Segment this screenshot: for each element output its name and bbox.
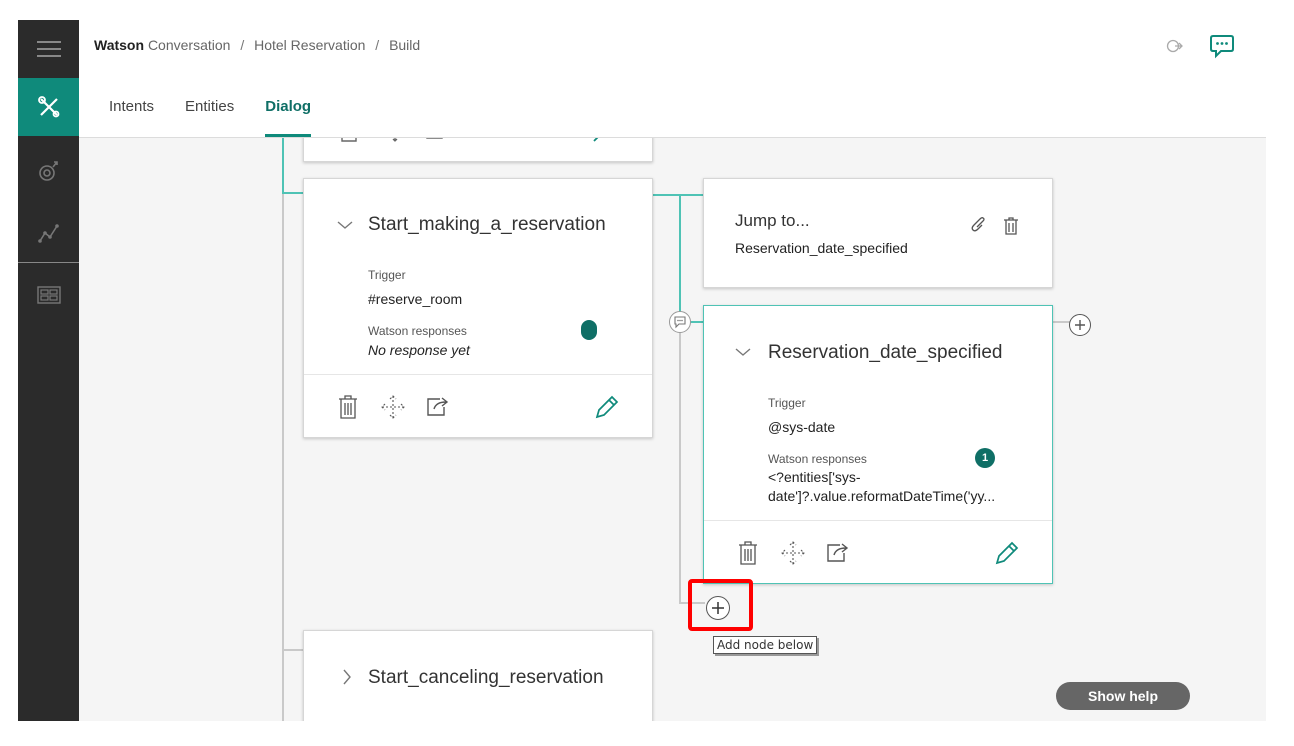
header: Watson Conversation / Hotel Reservation …	[79, 20, 1266, 138]
tab-entities[interactable]: Entities	[185, 98, 234, 137]
chevron-down-icon	[337, 221, 353, 229]
jump-title: Jump to...	[735, 211, 810, 230]
app-frame: Watson Conversation / Hotel Reservation …	[18, 20, 1266, 721]
trigger-value: @sys-date	[768, 419, 836, 435]
response-count-badge: 1	[975, 448, 995, 468]
collapse-chevron-icon[interactable]	[337, 217, 353, 233]
add-child-node-button[interactable]	[1069, 314, 1091, 336]
logout-button[interactable]	[1166, 38, 1184, 59]
trash-icon[interactable]	[1003, 217, 1019, 235]
analytics-icon	[37, 224, 59, 243]
node-reservation-date-specified[interactable]: Reservation_date_specified Trigger @sys-…	[703, 305, 1053, 584]
improve-icon	[38, 161, 58, 181]
tab-bar: Intents Entities Dialog	[109, 98, 342, 137]
analytics-nav-button[interactable]	[18, 204, 79, 262]
connector-line	[282, 138, 284, 194]
workspaces-nav-button[interactable]	[18, 266, 79, 324]
response-connector-button[interactable]	[669, 311, 691, 333]
breadcrumb-product[interactable]: Conversation	[148, 37, 231, 53]
node-title: Start_canceling_reservation	[368, 667, 604, 688]
workspaces-icon	[36, 286, 61, 304]
trigger-label: Trigger	[368, 268, 406, 282]
node-start-making-reservation[interactable]: Start_making_a_reservation Trigger #rese…	[303, 178, 653, 438]
expand-chevron-icon[interactable]	[342, 669, 352, 688]
node-title: Start_making_a_reservation	[368, 214, 606, 235]
build-nav-button[interactable]	[18, 78, 79, 136]
node-toolbar	[704, 520, 1052, 583]
collapse-chevron-icon[interactable]	[735, 344, 751, 360]
jump-to-icon[interactable]	[426, 395, 452, 417]
responses-label: Watson responses	[368, 324, 467, 338]
node-toolbar	[304, 374, 652, 437]
jump-to-icon[interactable]	[826, 541, 852, 563]
connector-line	[282, 192, 304, 194]
show-help-button[interactable]: Show help	[1056, 682, 1190, 710]
status-indicator	[581, 320, 597, 340]
menu-button[interactable]	[18, 20, 79, 78]
edit-pencil-icon[interactable]	[594, 394, 620, 420]
move-icon	[392, 138, 398, 142]
chat-bubble-icon	[1210, 35, 1234, 59]
breadcrumb: Watson Conversation / Hotel Reservation …	[94, 37, 420, 53]
left-nav	[18, 20, 79, 721]
previous-node-card[interactable]	[303, 138, 653, 162]
responses-value: No response yet	[368, 342, 470, 358]
chat-bubble-icon	[674, 316, 686, 329]
add-node-below-button[interactable]	[706, 596, 730, 620]
connector-line	[1052, 321, 1070, 323]
breadcrumb-workspace[interactable]: Hotel Reservation	[254, 37, 365, 53]
connector-line	[282, 194, 284, 721]
nav-divider	[18, 262, 79, 263]
chevron-down-icon	[735, 348, 751, 356]
move-icon[interactable]	[381, 395, 405, 419]
plus-icon	[1075, 320, 1085, 330]
improve-nav-button[interactable]	[18, 142, 79, 200]
trash-icon[interactable]	[737, 541, 759, 565]
response-text-line2: date']?.value.reformatDateTime('yy...	[768, 488, 996, 504]
trash-icon[interactable]	[337, 395, 359, 419]
trash-icon	[341, 138, 357, 142]
edit-icon	[593, 138, 599, 142]
breadcrumb-page: Build	[389, 37, 421, 53]
build-tools-icon	[37, 96, 59, 118]
breadcrumb-separator: /	[240, 37, 245, 53]
connector-line	[679, 194, 681, 322]
connector-line	[679, 333, 681, 603]
tab-intents[interactable]: Intents	[109, 98, 154, 137]
node-title: Reservation_date_specified	[768, 342, 1003, 363]
link-icon[interactable]	[969, 217, 987, 235]
trigger-value: #reserve_room	[368, 291, 463, 307]
brand-name: Watson	[94, 37, 145, 53]
move-icon[interactable]	[781, 541, 805, 565]
chevron-right-icon	[343, 669, 351, 685]
menu-icon	[36, 41, 61, 57]
trigger-label: Trigger	[768, 396, 806, 410]
breadcrumb-separator: /	[375, 37, 380, 53]
connector-line	[282, 649, 304, 651]
connector-line	[652, 194, 704, 196]
responses-label: Watson responses	[768, 452, 867, 466]
tooltip: Add node below	[713, 636, 818, 654]
tab-dialog[interactable]: Dialog	[265, 98, 311, 137]
node-jump-to[interactable]: Jump to... Reservation_date_specified	[703, 178, 1053, 288]
node-start-canceling-reservation[interactable]: Start_canceling_reservation	[303, 630, 653, 721]
plus-icon	[712, 602, 724, 614]
logout-icon	[1166, 39, 1183, 53]
dialog-canvas: Start_making_a_reservation Trigger #rese…	[79, 138, 1266, 721]
jump-target: Reservation_date_specified	[735, 240, 908, 256]
jump-icon	[426, 138, 443, 139]
response-text-line1: <?entities['sys-	[768, 469, 861, 485]
edit-pencil-icon[interactable]	[994, 540, 1020, 566]
try-it-button[interactable]	[1209, 33, 1235, 64]
